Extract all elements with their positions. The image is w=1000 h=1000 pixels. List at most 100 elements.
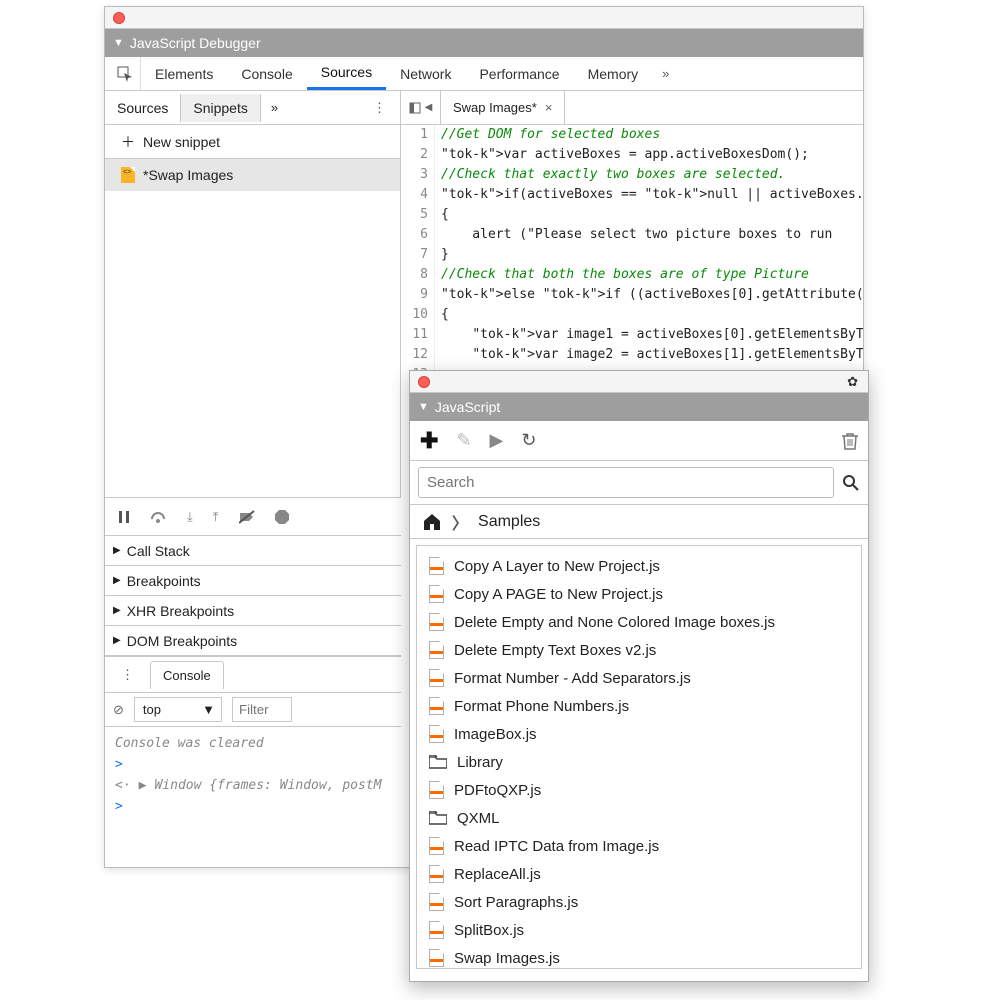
devtools-more-tabs[interactable]: » (652, 57, 679, 90)
console-row[interactable]: > (105, 754, 401, 775)
console-filter-input[interactable] (232, 697, 292, 722)
disclosure-triangle-icon[interactable]: ▼ (418, 401, 429, 413)
js-file-icon (429, 781, 444, 799)
breadcrumb-current[interactable]: Samples (478, 513, 540, 531)
reload-icon[interactable]: ↻ (521, 430, 536, 451)
navigator-toggle[interactable]: ◀ (401, 91, 441, 124)
script-item[interactable]: Swap Images.js (417, 944, 861, 969)
dropdown-icon: ▼ (202, 702, 215, 717)
disclosure-triangle-icon: ▶ (113, 605, 121, 616)
step-out-icon[interactable]: ⤒ (213, 509, 219, 525)
devtools-tab-sources[interactable]: Sources (307, 57, 386, 90)
close-window-icon[interactable] (418, 376, 430, 388)
javascript-panel: ✿ ▼ JavaScript ✚ ✎ ▶ ↻ 〉 Samples Copy A … (409, 370, 869, 982)
search-input[interactable] (418, 467, 834, 498)
debug-section-call-stack[interactable]: ▶Call Stack (105, 536, 401, 566)
disclosure-triangle-icon[interactable]: ▼ (113, 37, 124, 49)
disclosure-triangle-icon: ▶ (113, 575, 121, 586)
pane-more-icon[interactable]: » (261, 100, 288, 115)
debugger-sections: ▶Call Stack▶Breakpoints▶XHR Breakpoints▶… (105, 535, 401, 656)
devtools-tab-performance[interactable]: Performance (465, 57, 573, 90)
step-into-icon[interactable]: ⤓ (187, 509, 193, 525)
snippet-name: *Swap Images (143, 167, 233, 183)
item-label: QXML (457, 810, 500, 827)
pane-tab-snippets[interactable]: Snippets (181, 94, 260, 122)
devtools-tab-console[interactable]: Console (227, 57, 306, 90)
debug-section-dom-breakpoints[interactable]: ▶DOM Breakpoints (105, 626, 401, 656)
console-row[interactable]: > (105, 796, 401, 817)
pane-kebab-icon[interactable]: ⋮ (359, 100, 400, 116)
trash-icon[interactable] (842, 432, 858, 450)
script-list: Copy A Layer to New Project.js Copy A PAG… (416, 545, 862, 969)
folder-icon (429, 811, 447, 825)
script-item[interactable]: Format Number - Add Separators.js (417, 664, 861, 692)
devtools-tab-elements[interactable]: Elements (141, 57, 227, 90)
js-window-traffic-lights: ✿ (410, 371, 868, 393)
script-item[interactable]: Delete Empty and None Colored Image boxe… (417, 608, 861, 636)
script-item[interactable]: Format Phone Numbers.js (417, 692, 861, 720)
script-item[interactable]: Sort Paragraphs.js (417, 888, 861, 916)
sources-subheader: SourcesSnippets » ⋮ ◀ Swap Images* × (105, 91, 863, 125)
window-traffic-lights (105, 7, 863, 29)
item-label: Format Number - Add Separators.js (454, 670, 691, 687)
script-item[interactable]: Copy A PAGE to New Project.js (417, 580, 861, 608)
script-item[interactable]: Read IPTC Data from Image.js (417, 832, 861, 860)
new-snippet-button[interactable]: ＋ New snippet (105, 125, 400, 159)
debug-section-xhr-breakpoints[interactable]: ▶XHR Breakpoints (105, 596, 401, 626)
script-item[interactable]: Delete Empty Text Boxes v2.js (417, 636, 861, 664)
deactivate-breakpoints-icon[interactable] (239, 510, 255, 524)
js-file-icon (429, 669, 444, 687)
js-file-icon (429, 697, 444, 715)
edit-icon[interactable]: ✎ (456, 430, 471, 451)
snippet-file-icon (121, 167, 135, 183)
pause-exceptions-icon[interactable] (275, 510, 289, 524)
clear-console-icon[interactable]: ⊘ (113, 702, 124, 718)
run-icon[interactable]: ▶ (490, 430, 504, 451)
search-icon[interactable] (842, 474, 860, 492)
js-toolbar: ✚ ✎ ▶ ↻ (410, 421, 868, 461)
breadcrumb: 〉 Samples (410, 505, 868, 539)
js-file-icon (429, 837, 444, 855)
console-kebab-icon[interactable]: ⋮ (113, 667, 142, 683)
disclosure-triangle-icon: ▶ (113, 635, 121, 646)
js-window-titlebar: ▼ JavaScript (410, 393, 868, 421)
script-item[interactable]: SplitBox.js (417, 916, 861, 944)
close-window-icon[interactable] (113, 12, 125, 24)
inspect-element-icon[interactable] (109, 57, 141, 90)
item-label: Delete Empty Text Boxes v2.js (454, 642, 656, 659)
js-file-icon (429, 641, 444, 659)
devtools-tab-network[interactable]: Network (386, 57, 465, 90)
console-drawer-tabs: ⋮ Console (105, 656, 401, 692)
item-label: PDFtoQXP.js (454, 782, 541, 799)
step-over-icon[interactable] (151, 510, 167, 524)
home-icon[interactable] (422, 513, 442, 531)
pane-tab-sources[interactable]: Sources (105, 94, 181, 122)
devtools-tabbar: ElementsConsoleSourcesNetworkPerformance… (105, 57, 863, 91)
window-title: JavaScript Debugger (130, 35, 261, 51)
script-item[interactable]: ImageBox.js (417, 720, 861, 748)
snippets-sidebar: ＋ New snippet *Swap Images (105, 125, 401, 497)
add-script-icon[interactable]: ✚ (420, 428, 438, 454)
item-label: Swap Images.js (454, 950, 560, 967)
open-file-name: Swap Images* (453, 100, 537, 115)
snippet-item[interactable]: *Swap Images (105, 159, 400, 191)
debugger-controls: ⤓ ⤒ (105, 497, 401, 535)
script-item[interactable]: ReplaceAll.js (417, 860, 861, 888)
item-label: Copy A Layer to New Project.js (454, 558, 660, 575)
console-tab[interactable]: Console (150, 661, 224, 689)
folder-item[interactable]: Library (417, 748, 861, 776)
open-file-tab[interactable]: Swap Images* × (441, 91, 565, 124)
script-item[interactable]: Copy A Layer to New Project.js (417, 552, 861, 580)
gear-icon[interactable]: ✿ (847, 374, 858, 390)
script-item[interactable]: PDFtoQXP.js (417, 776, 861, 804)
pause-icon[interactable] (117, 510, 131, 524)
console-toolbar: ⊘ top ▼ (105, 692, 401, 726)
disclosure-triangle-icon: ▶ (113, 545, 121, 556)
folder-item[interactable]: QXML (417, 804, 861, 832)
close-tab-icon[interactable]: × (545, 100, 553, 115)
item-label: ImageBox.js (454, 726, 537, 743)
context-selector[interactable]: top ▼ (134, 697, 222, 722)
devtools-tab-memory[interactable]: Memory (574, 57, 653, 90)
js-file-icon (429, 725, 444, 743)
debug-section-breakpoints[interactable]: ▶Breakpoints (105, 566, 401, 596)
